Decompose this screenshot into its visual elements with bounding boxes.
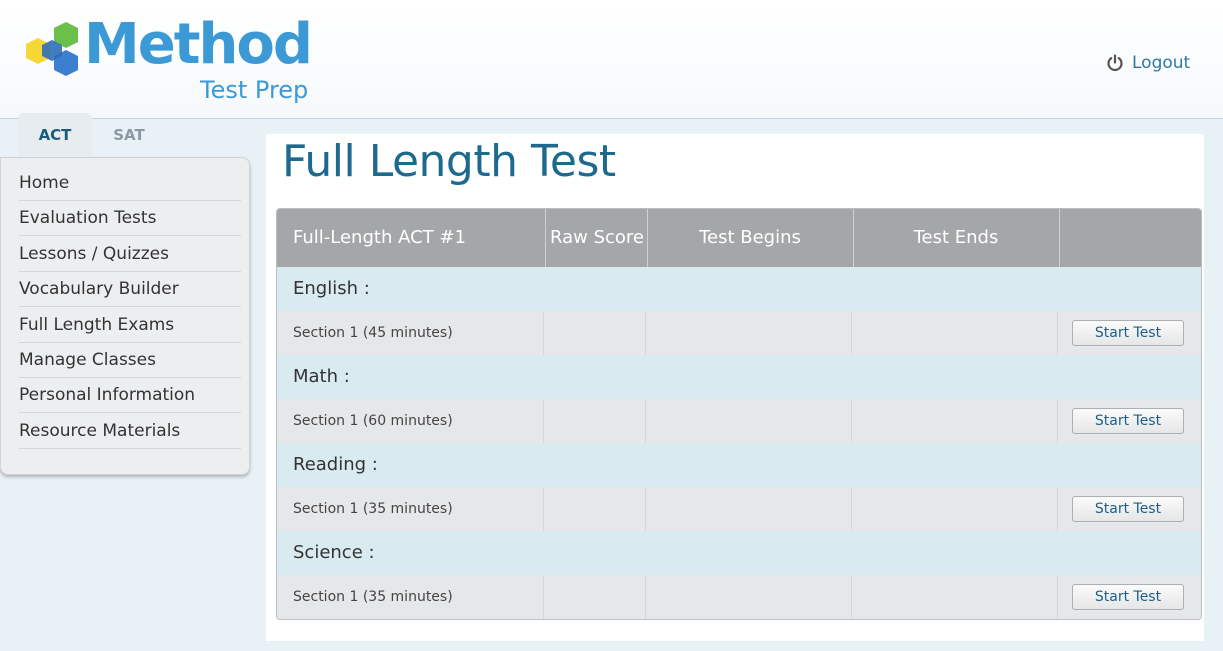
subject-row-reading: Reading : bbox=[277, 443, 1201, 487]
subject-row-english: English : bbox=[277, 267, 1201, 311]
test-ends-cell bbox=[851, 311, 1058, 355]
test-table: Full-Length ACT #1 Raw Score Test Begins… bbox=[276, 208, 1202, 620]
column-header-raw-score: Raw Score bbox=[547, 209, 648, 267]
test-begins-cell bbox=[645, 487, 852, 531]
logout-link[interactable]: Logout bbox=[1106, 52, 1190, 74]
raw-score-cell bbox=[545, 399, 646, 443]
test-ends-cell bbox=[851, 399, 1058, 443]
section-label: Section 1 (35 minutes) bbox=[277, 575, 544, 619]
test-begins-cell bbox=[645, 311, 852, 355]
brand-name: Method bbox=[84, 12, 313, 77]
column-header-actions bbox=[1059, 209, 1201, 267]
sidebar-item-evaluation-tests[interactable]: Evaluation Tests bbox=[19, 201, 241, 236]
subject-label: Reading : bbox=[293, 454, 378, 475]
tab-sat[interactable]: SAT bbox=[92, 113, 166, 156]
hexagon-logo-icon bbox=[26, 22, 78, 76]
column-header-test-ends: Test Ends bbox=[853, 209, 1060, 267]
tab-act[interactable]: ACT bbox=[18, 113, 92, 156]
sidebar-item-home[interactable]: Home bbox=[19, 166, 241, 201]
sidebar-item-full-length-exams[interactable]: Full Length Exams bbox=[19, 308, 241, 343]
sidebar-item-lessons-quizzes[interactable]: Lessons / Quizzes bbox=[19, 237, 241, 272]
sidebar-item-manage-classes[interactable]: Manage Classes bbox=[19, 343, 241, 378]
subject-row-science: Science : bbox=[277, 531, 1201, 575]
logout-label: Logout bbox=[1132, 53, 1191, 73]
table-row: Section 1 (45 minutes) Start Test bbox=[277, 311, 1201, 355]
brand-logo[interactable]: Method Test Prep bbox=[22, 12, 322, 113]
start-test-button-math[interactable]: Start Test bbox=[1072, 408, 1184, 434]
raw-score-cell bbox=[545, 311, 646, 355]
section-label: Section 1 (60 minutes) bbox=[277, 399, 544, 443]
table-row: Section 1 (60 minutes) Start Test bbox=[277, 399, 1201, 443]
sidebar-nav: Home Evaluation Tests Lessons / Quizzes … bbox=[0, 157, 250, 475]
start-test-button-english[interactable]: Start Test bbox=[1072, 320, 1184, 346]
raw-score-cell bbox=[545, 487, 646, 531]
column-header-test-name: Full-Length ACT #1 bbox=[277, 209, 546, 267]
brand-tagline: Test Prep bbox=[200, 76, 309, 104]
subject-label: Science : bbox=[293, 542, 375, 563]
exam-tabs: ACT SAT bbox=[18, 113, 166, 156]
table-row: Section 1 (35 minutes) Start Test bbox=[277, 575, 1201, 619]
page-title: Full Length Test bbox=[282, 136, 616, 187]
test-ends-cell bbox=[851, 575, 1058, 619]
raw-score-cell bbox=[545, 575, 646, 619]
subject-label: Math : bbox=[293, 366, 350, 387]
test-begins-cell bbox=[645, 575, 852, 619]
start-test-button-science[interactable]: Start Test bbox=[1072, 584, 1184, 610]
table-row: Section 1 (35 minutes) Start Test bbox=[277, 487, 1201, 531]
test-begins-cell bbox=[645, 399, 852, 443]
sidebar-item-resource-materials[interactable]: Resource Materials bbox=[19, 414, 241, 449]
start-test-button-reading[interactable]: Start Test bbox=[1072, 496, 1184, 522]
section-label: Section 1 (35 minutes) bbox=[277, 487, 544, 531]
sidebar-item-personal-information[interactable]: Personal Information bbox=[19, 378, 241, 413]
column-header-test-begins: Test Begins bbox=[647, 209, 854, 267]
subject-label: English : bbox=[293, 278, 370, 299]
test-ends-cell bbox=[851, 487, 1058, 531]
table-header: Full-Length ACT #1 Raw Score Test Begins… bbox=[277, 209, 1201, 267]
sidebar-item-vocabulary-builder[interactable]: Vocabulary Builder bbox=[19, 272, 241, 307]
subject-row-math: Math : bbox=[277, 355, 1201, 399]
section-label: Section 1 (45 minutes) bbox=[277, 311, 544, 355]
power-icon bbox=[1106, 54, 1124, 72]
site-header: Method Test Prep Logout bbox=[0, 0, 1223, 119]
